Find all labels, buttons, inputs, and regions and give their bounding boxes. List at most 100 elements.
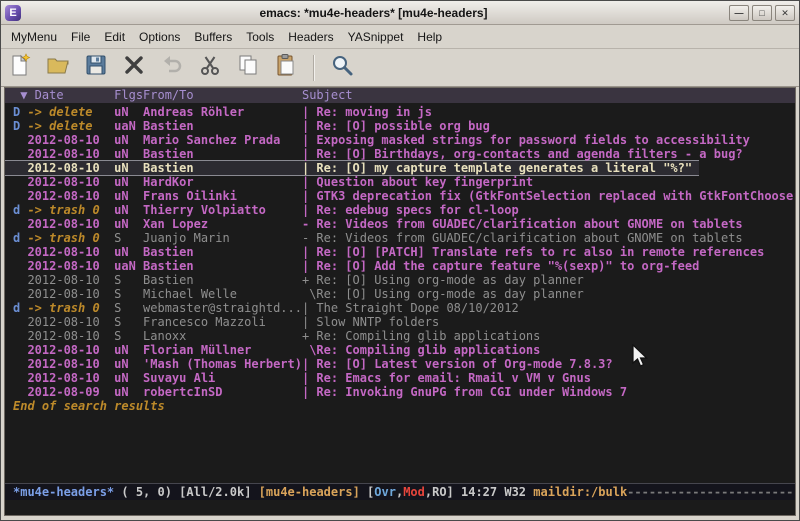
thread-prefix: \ bbox=[302, 343, 316, 357]
subject-cell: Re: [O] Using org-mode as day planner bbox=[316, 287, 795, 301]
modeline-segment: [ bbox=[360, 485, 374, 499]
message-row[interactable]: 2012-08-09uNrobertcInSD|Re: Invoking Gnu… bbox=[5, 385, 795, 399]
message-row[interactable]: 2012-08-10SLanoxx+Re: Compiling glib app… bbox=[5, 329, 795, 343]
search-button[interactable] bbox=[329, 55, 355, 81]
thread-prefix: | bbox=[302, 371, 316, 385]
column-header-from[interactable]: From/To bbox=[143, 88, 302, 103]
date-cell: 2012-08-10 bbox=[13, 133, 114, 147]
message-row[interactable]: 2012-08-10uN'Mash (Thomas Herbert)|Re: [… bbox=[5, 357, 795, 371]
subject-cell: Re: [O] possible org bug bbox=[316, 119, 795, 133]
from-cell: Francesco Mazzoli bbox=[143, 315, 302, 329]
maximize-button[interactable]: □ bbox=[752, 5, 772, 21]
move-target: -> trash 0 bbox=[20, 203, 99, 217]
message-row[interactable]: 2012-08-10uaNBastien|Re: [O] Add the cap… bbox=[5, 259, 795, 273]
message-row[interactable]: 2012-08-10uNBastien|Re: [O] [PATCH] Tran… bbox=[5, 245, 795, 259]
column-header-flags[interactable]: Flgs bbox=[114, 88, 143, 103]
message-row[interactable]: D -> deleteuaNBastien|Re: [O] possible o… bbox=[5, 119, 795, 133]
thread-prefix: | bbox=[302, 119, 316, 133]
modeline-segment: ( 5, 0) [All/2.0k] bbox=[114, 485, 259, 499]
thread-prefix: | bbox=[302, 175, 316, 189]
date-cell: 2012-08-10 bbox=[13, 245, 114, 259]
modeline-segment: *mu4e-headers* bbox=[13, 485, 114, 499]
menu-item-help[interactable]: Help bbox=[410, 27, 449, 47]
message-row[interactable]: 2012-08-10SMichael Welle \Re: [O] Using … bbox=[5, 287, 795, 301]
flags-cell: uN bbox=[114, 147, 143, 161]
subject-cell: Re: Compiling glib applications bbox=[316, 329, 795, 343]
menu-item-options[interactable]: Options bbox=[132, 27, 187, 47]
thread-prefix: | bbox=[302, 315, 316, 329]
mode-line[interactable]: *mu4e-headers* ( 5, 0) [All/2.0k] [mu4e-… bbox=[5, 483, 795, 500]
message-row[interactable]: 2012-08-10SBastien+Re: [O] Using org-mod… bbox=[5, 273, 795, 287]
from-cell: Michael Welle bbox=[143, 287, 302, 301]
menu-item-file[interactable]: File bbox=[64, 27, 97, 47]
modeline-segment: ----------------------------------------… bbox=[627, 485, 795, 499]
message-row[interactable]: 2012-08-10uNFrans Oilinki|GTK3 deprecati… bbox=[5, 189, 795, 203]
date-cell: 2012-08-10 bbox=[13, 175, 114, 189]
flags-cell: uN bbox=[114, 175, 143, 189]
date-cell: D -> delete bbox=[13, 119, 114, 133]
thread-prefix: | bbox=[302, 161, 316, 175]
message-row[interactable]: d -> trash 0Swebmaster@straightd...|The … bbox=[5, 301, 795, 315]
message-row[interactable]: 2012-08-10SFrancesco Mazzoli|Slow NNTP f… bbox=[5, 315, 795, 329]
from-cell: Bastien bbox=[143, 273, 302, 287]
new-file-icon bbox=[8, 53, 32, 82]
subject-cell: Re: [O] Add the capture feature "%(sexp)… bbox=[316, 259, 795, 273]
copy-button[interactable] bbox=[235, 55, 261, 81]
message-row[interactable]: d -> trash 0uNThierry Volpiatto|Re: edeb… bbox=[5, 203, 795, 217]
copy-icon bbox=[236, 53, 260, 82]
from-cell: Xan Lopez bbox=[143, 217, 302, 231]
message-row[interactable]: d -> trash 0SJuanjo Marin-Re: Videos fro… bbox=[5, 231, 795, 245]
date-cell: d -> trash 0 bbox=[13, 231, 114, 245]
message-row[interactable]: 2012-08-10uNFlorian Müllner \Re: Compili… bbox=[5, 343, 795, 357]
kill-buffer-button[interactable] bbox=[121, 55, 147, 81]
date-cell: D -> delete bbox=[13, 105, 114, 119]
subject-cell: Re: [O] [PATCH] Translate refs to rc als… bbox=[316, 245, 795, 259]
menu-item-headers[interactable]: Headers bbox=[281, 27, 340, 47]
save-button[interactable] bbox=[83, 55, 109, 81]
subject-cell: GTK3 deprecation fix (GtkFontSelection r… bbox=[316, 189, 795, 203]
menu-item-yasnippet[interactable]: YASnippet bbox=[341, 27, 411, 47]
flags-cell: uN bbox=[114, 217, 143, 231]
message-list: D -> deleteuNAndreas Röhler|Re: moving i… bbox=[5, 105, 795, 399]
subject-cell: Exposing masked strings for password fie… bbox=[316, 133, 795, 147]
flags-cell: S bbox=[114, 329, 143, 343]
new-file-button[interactable] bbox=[7, 55, 33, 81]
headers-buffer: D -> deleteuNAndreas Röhler|Re: moving i… bbox=[5, 103, 795, 483]
flags-cell: uN bbox=[114, 357, 143, 371]
from-cell: Bastien bbox=[143, 259, 302, 273]
paste-button[interactable] bbox=[273, 55, 299, 81]
message-row[interactable]: 2012-08-10uNBastien|Re: [O] my capture t… bbox=[5, 161, 699, 175]
undo-button[interactable] bbox=[159, 55, 185, 81]
message-row[interactable]: 2012-08-10uNXan Lopez-Re: Videos from GU… bbox=[5, 217, 795, 231]
title-bar: E emacs: *mu4e-headers* [mu4e-headers] —… bbox=[1, 1, 799, 25]
date-cell: 2012-08-10 bbox=[13, 217, 114, 231]
message-row[interactable]: 2012-08-10uNSuvayu Ali|Re: Emacs for ema… bbox=[5, 371, 795, 385]
from-cell: Florian Müllner bbox=[143, 343, 302, 357]
message-row[interactable]: 2012-08-10uNMario Sanchez Prada|Exposing… bbox=[5, 133, 795, 147]
emacs-frame: ▼ Date Flgs From/To Subject D -> deleteu… bbox=[4, 87, 796, 516]
message-row[interactable]: 2012-08-10uNBastien|Re: [O] Birthdays, o… bbox=[5, 147, 795, 161]
end-of-results: End of search results bbox=[5, 399, 795, 413]
cut-button[interactable] bbox=[197, 55, 223, 81]
message-row[interactable]: 2012-08-10uNHardKor|Question about key f… bbox=[5, 175, 795, 189]
thread-prefix: | bbox=[302, 189, 316, 203]
message-row[interactable]: D -> deleteuNAndreas Röhler|Re: moving i… bbox=[5, 105, 795, 119]
subject-cell: Re: moving in js bbox=[316, 105, 795, 119]
menu-item-mymenu[interactable]: MyMenu bbox=[4, 27, 64, 47]
column-header-date[interactable]: ▼ Date bbox=[13, 88, 114, 103]
date-cell: d -> trash 0 bbox=[13, 203, 114, 217]
header-line: ▼ Date Flgs From/To Subject bbox=[5, 88, 795, 103]
open-file-button[interactable] bbox=[45, 55, 71, 81]
modeline-segment: Mod bbox=[403, 485, 425, 499]
minimize-button[interactable]: — bbox=[729, 5, 749, 21]
date-cell: 2012-08-10 bbox=[13, 147, 114, 161]
close-button[interactable]: ✕ bbox=[775, 5, 795, 21]
menu-item-edit[interactable]: Edit bbox=[97, 27, 132, 47]
menu-item-tools[interactable]: Tools bbox=[239, 27, 281, 47]
column-header-subject[interactable]: Subject bbox=[302, 88, 795, 103]
date-cell: 2012-08-10 bbox=[13, 287, 114, 301]
save-icon bbox=[84, 53, 108, 82]
modeline-segment: 14:27 W32 bbox=[461, 485, 533, 499]
move-target: -> trash 0 bbox=[20, 301, 99, 315]
menu-item-buffers[interactable]: Buffers bbox=[187, 27, 239, 47]
